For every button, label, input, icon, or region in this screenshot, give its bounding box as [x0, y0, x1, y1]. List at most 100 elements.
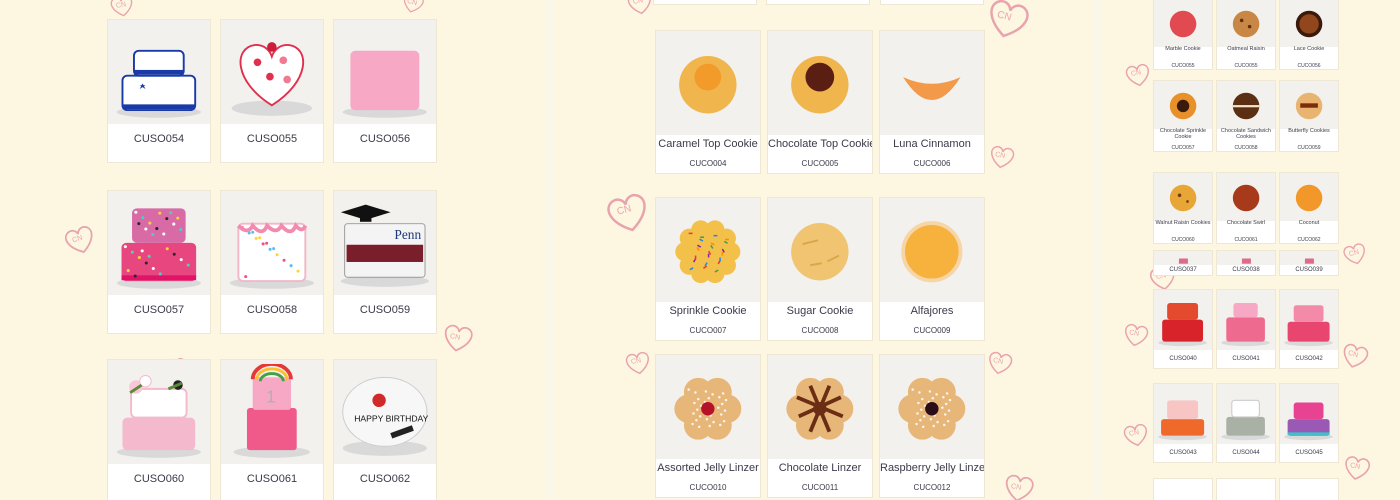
product-card-partial[interactable] [766, 0, 870, 5]
product-card[interactable]: Lace Cookie CUCO056 [1279, 0, 1339, 70]
product-code: CUSO043 [1169, 450, 1197, 456]
heart-watermark-icon: CN [1001, 470, 1037, 500]
product-card[interactable]: CUSO040 [1153, 289, 1213, 369]
product-name: Chocolate Linzer [778, 462, 862, 474]
product-code: CUCO011 [801, 483, 839, 492]
product-code: CUSO040 [1169, 356, 1197, 362]
cookie-catalog-panel-middle: CN CN CN CN CN CN CN Caramel Top Cookie CUCO004… [553, 0, 1093, 500]
product-card[interactable]: Caramel Top Cookie CUCO004 [655, 30, 761, 174]
product-card[interactable]: Walnut Raisin Cookies CUCO060 [1153, 172, 1213, 244]
product-name: Assorted Jelly Linzer [657, 462, 759, 474]
product-card[interactable]: Coconut CUCO062 [1279, 172, 1339, 244]
cake-catalog-panel-left: CNCNCNCNCN CUSO054CUSO055CUSO056CUSO057C… [0, 0, 545, 500]
product-card[interactable]: CUSO037 [1153, 250, 1213, 276]
product-code: CUSO056 [359, 133, 411, 145]
cake-sprinkle-tier-icon [108, 191, 210, 295]
cake-rainbow-number-icon: 1 [221, 360, 323, 464]
cookie-jelly-linzer-icon [656, 355, 760, 459]
product-card[interactable]: CUSO058 [220, 190, 324, 334]
heart-watermark-icon: CN [603, 188, 653, 243]
product-card[interactable]: CUSO043 [1153, 383, 1213, 463]
heart-watermark-icon: CN [1341, 240, 1369, 273]
product-card[interactable]: CUSO038 [1216, 250, 1276, 276]
product-code: CUSO041 [1232, 356, 1260, 362]
product-card-partial[interactable] [1153, 478, 1213, 500]
product-card[interactable]: Chocolate Sandwich Cookies CUCO058 [1216, 80, 1276, 152]
product-code: CUCO004 [689, 159, 727, 168]
product-card[interactable]: Sugar Cookie CUCO008 [767, 197, 873, 341]
product-code: CUSO037 [1169, 267, 1197, 273]
product-code: CUCO009 [913, 326, 951, 335]
panel-divider [1093, 0, 1101, 500]
product-card-partial[interactable] [1279, 478, 1339, 500]
svg-text:HAPPY BIRTHDAY: HAPPY BIRTHDAY [354, 414, 428, 424]
product-card[interactable]: CUSO057 [107, 190, 211, 334]
heart-watermark-icon: CN [1123, 60, 1153, 95]
heart-watermark-label: CN [449, 331, 462, 343]
product-card[interactable]: Raspberry Jelly Linzer CUCO012 [879, 354, 985, 498]
cookie-luna-icon [880, 31, 984, 135]
heart-watermark-icon: CN [623, 348, 653, 383]
heart-watermark-label: CN [1010, 481, 1023, 493]
product-card[interactable]: CUSO060 [107, 359, 211, 500]
product-code: CUSO045 [1295, 450, 1323, 456]
product-card[interactable]: CUSO039 [1279, 250, 1339, 276]
cookie-marble-icon [1154, 0, 1212, 47]
product-card[interactable]: Luna Cinnamon CUCO006 [879, 30, 985, 174]
product-card[interactable]: CUSO056 [333, 19, 437, 163]
product-name: Raspberry Jelly Linzer [880, 462, 985, 474]
product-card[interactable]: CUSO055 [220, 19, 324, 163]
cake-heart-shape-icon [221, 20, 323, 124]
heart-watermark-icon: CN [62, 222, 98, 263]
product-code: CUCO006 [913, 159, 951, 168]
product-card[interactable]: Sprinkle Cookie CUCO007 [655, 197, 761, 341]
heart-watermark-icon: CN [987, 142, 1017, 177]
heart-watermark-icon: CN [985, 348, 1015, 383]
product-name: Chocolate Sprinkle Cookie [1159, 128, 1207, 140]
product-card[interactable]: HAPPY BIRTHDAY CUSO062 [333, 359, 437, 500]
product-code: CUSO059 [359, 304, 411, 316]
cookie-oatmeal-icon [1217, 0, 1275, 47]
heart-watermark-icon: CN [1339, 340, 1371, 377]
product-card[interactable]: Chocolate Swirl CUCO061 [1216, 172, 1276, 244]
product-card[interactable]: Butterfly Cookies CUCO059 [1279, 80, 1339, 152]
product-card[interactable]: Alfajores CUCO009 [879, 197, 985, 341]
heart-watermark-label: CN [115, 0, 127, 10]
product-name: Marble Cookie [1165, 46, 1201, 52]
product-card[interactable]: CUSO042 [1279, 289, 1339, 369]
cake-small-icon [1217, 251, 1275, 265]
product-card[interactable]: Marble Cookie CUCO055 [1153, 0, 1213, 70]
product-card-partial[interactable] [653, 0, 757, 5]
product-card[interactable]: Chocolate Sprinkle Cookie CUCO057 [1153, 80, 1213, 152]
product-card[interactable]: 1 CUSO061 [220, 359, 324, 500]
product-code: CUCO059 [1297, 145, 1321, 151]
product-card[interactable]: CUSO045 [1279, 383, 1339, 463]
product-code: CUSO057 [133, 304, 185, 316]
cake-grey-tier-icon [1217, 384, 1275, 444]
product-card[interactable]: Chocolate Linzer CUCO011 [767, 354, 873, 498]
cake-graduation-penn-icon: Penn [334, 191, 436, 295]
product-card[interactable]: Oatmeal Raisin CUCO055 [1216, 0, 1276, 70]
product-card[interactable]: CUSO044 [1216, 383, 1276, 463]
product-code: CUCO055 [1234, 63, 1258, 69]
product-code: CUCO008 [801, 326, 839, 335]
cake-small-icon [1154, 251, 1212, 265]
product-card[interactable]: Chocolate Top Cookie CUCO005 [767, 30, 873, 174]
product-code: CUCO012 [913, 483, 951, 492]
product-code: CUCO062 [1297, 237, 1321, 243]
product-card-partial[interactable] [880, 0, 984, 5]
svg-text:Penn: Penn [395, 227, 422, 242]
product-card[interactable]: CUSO054 [107, 19, 211, 163]
cake-pink-pig-icon [1217, 290, 1275, 350]
product-card-partial[interactable] [1216, 478, 1276, 500]
product-card[interactable]: CUSO041 [1216, 289, 1276, 369]
product-code: CUCO058 [1234, 145, 1258, 151]
product-code: CUSO062 [359, 473, 411, 485]
product-name: Chocolate Swirl [1226, 220, 1266, 226]
heart-watermark-label: CN [1349, 462, 1361, 471]
product-card[interactable]: Assorted Jelly Linzer CUCO010 [655, 354, 761, 498]
cookie-caramel-top-icon [656, 31, 760, 135]
product-code: CUSO044 [1232, 450, 1260, 456]
cake-pink-tier-icon [1280, 290, 1338, 350]
product-card[interactable]: Penn CUSO059 [333, 190, 437, 334]
